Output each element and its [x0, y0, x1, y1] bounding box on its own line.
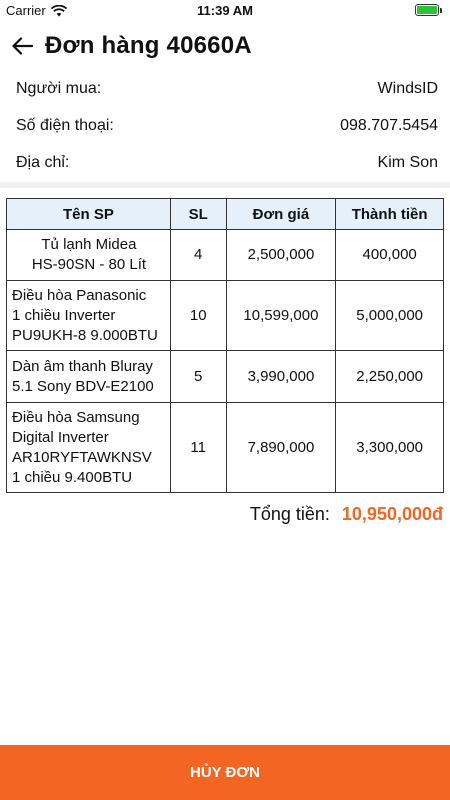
table-row: Dàn âm thanh Bluray 5.1 Sony BDV-E2100 5… [6, 350, 444, 403]
total-value: 10,950,000đ [341, 504, 443, 524]
header-product-name: Tên SP [6, 198, 171, 230]
arrow-left-icon [12, 37, 33, 55]
product-total: 400,000 [335, 229, 444, 281]
cancel-order-button[interactable]: HỦY ĐƠN [0, 745, 450, 800]
header-unit-price: Đơn giá [225, 198, 337, 230]
product-qty: 10 [169, 280, 227, 351]
phone-value: 098.707.5454 [340, 116, 438, 134]
product-price: 2,500,000 [225, 229, 337, 281]
order-table: Tên SP SL Đơn giá Thành tiền Tủ lạnh Mid… [6, 198, 444, 493]
phone-label: Số điện thoại: [16, 116, 114, 134]
table-row: Tủ lạnh Midea HS-90SN - 80 Lít 4 2,500,0… [6, 229, 444, 281]
address-row: Địa chỉ: Kim Son [0, 144, 450, 181]
section-divider [0, 182, 450, 188]
product-price: 3,990,000 [225, 350, 337, 403]
back-button[interactable] [2, 24, 42, 68]
nav-bar: Đơn hàng 40660A [0, 24, 450, 68]
product-total: 5,000,000 [335, 280, 444, 351]
product-qty: 4 [169, 229, 227, 281]
buyer-row: Người mua: WindsID [0, 70, 450, 107]
product-name: Tủ lạnh Midea HS-90SN - 80 Lít [6, 229, 171, 281]
product-qty: 11 [169, 402, 227, 493]
product-name: Điều hòa Panasonic 1 chiều Inverter PU9U… [6, 280, 171, 351]
product-name: Điều hòa Samsung Digital Inverter AR10RY… [6, 402, 171, 493]
product-price: 7,890,000 [225, 402, 337, 493]
product-name: Dàn âm thanh Bluray 5.1 Sony BDV-E2100 [6, 350, 171, 403]
address-label: Địa chỉ: [16, 153, 70, 171]
status-bar: Carrier 11:39 AM [0, 0, 450, 22]
product-total: 2,250,000 [335, 350, 444, 403]
product-qty: 5 [169, 350, 227, 403]
order-total: Tổng tiền: 10,950,000đ [250, 504, 443, 525]
buyer-label: Người mua: [16, 79, 102, 97]
table-header-row: Tên SP SL Đơn giá Thành tiền [6, 198, 444, 230]
buyer-info: Người mua: WindsID Số điện thoại: 098.70… [0, 70, 450, 181]
phone-row: Số điện thoại: 098.707.5454 [0, 107, 450, 144]
address-value: Kim Son [377, 153, 438, 171]
table-row: Điều hòa Samsung Digital Inverter AR10RY… [6, 402, 444, 493]
total-label: Tổng tiền: [249, 504, 330, 524]
battery-icon [415, 4, 442, 16]
header-line-total: Thành tiền [335, 198, 444, 230]
product-total: 3,300,000 [335, 402, 444, 493]
header-quantity: SL [169, 198, 227, 230]
status-time: 11:39 AM [197, 3, 253, 18]
buyer-value: WindsID [377, 79, 438, 97]
page-title: Đơn hàng 40660A [45, 32, 252, 59]
product-price: 10,599,000 [225, 280, 337, 351]
table-row: Điều hòa Panasonic 1 chiều Inverter PU9U… [6, 280, 444, 351]
